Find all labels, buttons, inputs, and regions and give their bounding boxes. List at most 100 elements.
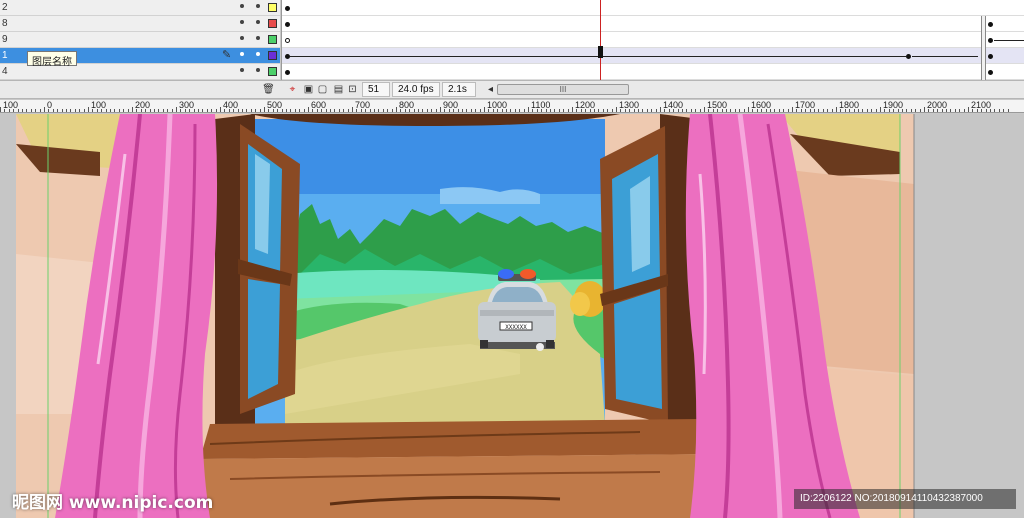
ruler-minor-tick <box>497 109 499 112</box>
ruler-minor-tick <box>976 109 978 112</box>
ruler-minor-tick <box>22 109 23 112</box>
keyframe[interactable] <box>906 54 911 59</box>
elapsed-time-field: 2.1s <box>442 82 476 97</box>
keyframe[interactable] <box>988 54 993 59</box>
ruler-minor-tick <box>96 109 98 112</box>
ruler-minor-tick <box>101 109 103 112</box>
keyframe[interactable] <box>988 38 993 43</box>
ruler-minor-tick <box>611 109 613 112</box>
cartoon-scene: XXXXXX <box>16 114 1024 518</box>
layer-color-swatch[interactable] <box>268 35 277 44</box>
ruler-minor-tick <box>831 109 833 112</box>
onion-outline-icon[interactable]: ▢ <box>316 83 329 96</box>
ruler-minor-tick <box>61 109 63 112</box>
ruler-minor-tick <box>871 109 873 112</box>
frame-row[interactable] <box>282 0 1024 16</box>
visibility-dot[interactable] <box>240 4 244 8</box>
ruler-minor-tick <box>884 109 886 112</box>
layer-color-swatch[interactable] <box>268 51 277 60</box>
layer-row[interactable]: 8 <box>0 16 280 32</box>
frame-row[interactable] <box>282 64 1024 80</box>
edit-multiple-frames-icon[interactable]: ▤ <box>332 83 345 96</box>
ruler-minor-tick <box>26 109 28 112</box>
keyframe[interactable] <box>988 70 993 75</box>
visibility-dot[interactable] <box>240 52 244 56</box>
ruler-minor-tick <box>576 109 578 112</box>
visibility-dot[interactable] <box>240 36 244 40</box>
layer-color-swatch[interactable] <box>268 19 277 28</box>
ruler-tick <box>132 107 133 112</box>
layer-row[interactable]: 2 <box>0 0 280 16</box>
frame-span-end <box>981 16 986 80</box>
ruler-minor-tick <box>290 109 292 112</box>
ruler-minor-tick <box>928 109 930 112</box>
horizontal-ruler: 100 0 100 200 300 400 500 600 700 800 900 1000 1100 1… <box>0 100 1024 113</box>
ruler-tick <box>748 107 749 112</box>
center-frame-icon[interactable]: ⌖ <box>286 83 299 96</box>
lock-dot[interactable] <box>256 4 260 8</box>
ruler-minor-tick <box>453 109 455 112</box>
ruler-minor-tick <box>708 109 710 112</box>
ruler-minor-tick <box>778 109 780 112</box>
ruler-minor-tick <box>365 109 367 112</box>
keyframe[interactable] <box>988 22 993 27</box>
ruler-minor-tick <box>580 109 582 112</box>
layer-row[interactable]: 9 <box>0 32 280 48</box>
lock-dot[interactable] <box>256 36 260 40</box>
visibility-dot[interactable] <box>240 20 244 24</box>
ruler-minor-tick <box>510 109 512 112</box>
lock-dot[interactable] <box>256 68 260 72</box>
frame-row[interactable] <box>282 16 1024 32</box>
ruler-minor-tick <box>330 109 331 112</box>
ruler-minor-tick <box>941 109 943 112</box>
frame-rate-field[interactable]: 24.0 fps <box>392 82 440 97</box>
trash-icon[interactable]: 🗑 <box>262 83 275 96</box>
stage-canvas[interactable]: XXXXXX 昵图网 www.nipic.com ID:2206122 NO:2… <box>0 114 1024 518</box>
ruler-tick <box>396 107 397 112</box>
ruler-minor-tick <box>488 109 490 112</box>
lock-dot[interactable] <box>256 52 260 56</box>
tween-line <box>994 40 1024 41</box>
ruler-minor-tick <box>655 109 657 112</box>
keyframe[interactable] <box>285 6 290 11</box>
ruler-tick <box>660 107 661 112</box>
ruler-tick <box>352 107 353 112</box>
modify-onion-markers-icon[interactable]: ⊡ <box>346 83 359 96</box>
ruler-tick <box>704 107 705 112</box>
scroll-left-arrow-icon[interactable]: ◂ <box>484 83 497 96</box>
ruler-minor-tick <box>35 109 37 112</box>
ruler-minor-tick <box>690 109 692 112</box>
ruler-minor-tick <box>902 109 903 112</box>
ruler-minor-tick <box>866 109 868 112</box>
onion-skin-icon[interactable]: ▣ <box>302 83 315 96</box>
ruler-minor-tick <box>39 109 41 112</box>
layer-color-swatch[interactable] <box>268 67 277 76</box>
ruler-minor-tick <box>475 109 477 112</box>
timeline-frames[interactable] <box>281 0 1024 80</box>
frame-row[interactable] <box>282 32 1024 48</box>
keyframe[interactable] <box>285 70 290 75</box>
ruler-minor-tick <box>242 109 243 112</box>
layer-color-swatch[interactable] <box>268 3 277 12</box>
ruler-minor-tick <box>391 109 393 112</box>
ruler-minor-tick <box>162 109 164 112</box>
ruler-minor-tick <box>255 109 257 112</box>
ruler-minor-tick <box>92 109 94 112</box>
ruler-minor-tick <box>814 109 815 112</box>
lock-dot[interactable] <box>256 20 260 24</box>
ruler-tick <box>836 107 837 112</box>
ruler-minor-tick <box>743 109 745 112</box>
ruler-minor-tick <box>110 109 111 112</box>
current-frame-marker[interactable] <box>598 46 603 58</box>
blank-keyframe[interactable] <box>285 38 290 43</box>
keyframe[interactable] <box>285 22 290 27</box>
ruler-minor-tick <box>721 109 723 112</box>
visibility-dot[interactable] <box>240 68 244 72</box>
watermark-id: ID:2206122 NO:20180914110432387000 <box>794 489 1016 509</box>
playhead-line[interactable] <box>600 0 601 80</box>
frame-row-selected[interactable] <box>282 48 1024 64</box>
ruler-tick <box>528 107 529 112</box>
timeline-scrollbar[interactable]: III <box>497 84 629 95</box>
ruler-minor-tick <box>303 109 305 112</box>
ruler-minor-tick <box>250 109 252 112</box>
